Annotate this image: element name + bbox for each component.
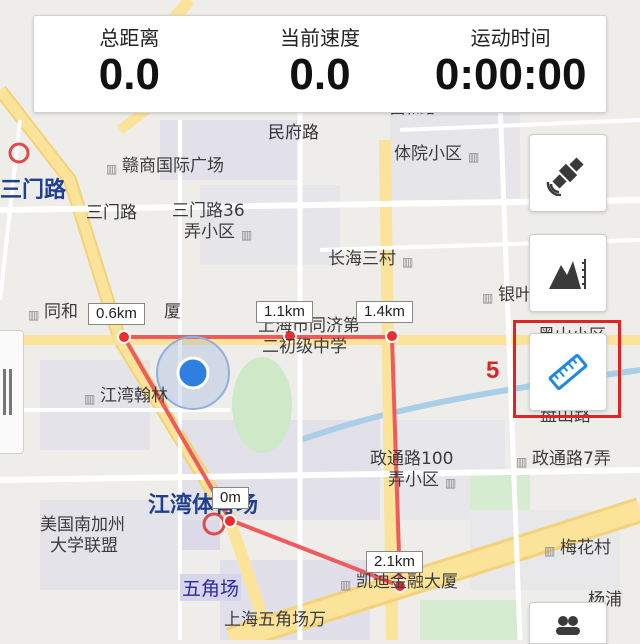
poi-meihua: ▥ 梅花村 bbox=[544, 538, 611, 558]
stat-exercise-time: 运动时间 0:00:00 bbox=[415, 16, 606, 112]
poi-meiguo: 美国南加州 bbox=[40, 515, 125, 535]
road-label-sanmen: 三门路 bbox=[86, 203, 137, 223]
stat-total-distance: 总距离 0.0 bbox=[34, 16, 225, 112]
location-dot bbox=[176, 356, 210, 390]
route-point bbox=[117, 330, 131, 344]
poi-sanmen36: 三门路36 bbox=[172, 201, 245, 221]
poi-zhengtong100-line2: 弄小区 ▥ bbox=[388, 470, 457, 490]
stat-label: 运动时间 bbox=[470, 26, 551, 50]
satellite-icon bbox=[546, 157, 584, 196]
poi-tonghe-tail: 厦 bbox=[164, 302, 181, 322]
distance-label: 1.1km bbox=[256, 301, 313, 323]
step-number: 5 bbox=[486, 357, 500, 384]
stat-value: 0:00:00 bbox=[434, 50, 587, 99]
distance-label: 0m bbox=[212, 487, 249, 509]
poi-sanmen36-line2: 弄小区 ▥ bbox=[184, 222, 253, 242]
poi-tonghe: ▥ 同和 bbox=[28, 302, 78, 322]
distance-label: 2.1km bbox=[366, 551, 423, 573]
poi-tiyuan: 体院小区 ▥ bbox=[394, 144, 480, 164]
stats-panel: 总距离 0.0 当前速度 0.0 运动时间 0:00:00 bbox=[33, 15, 607, 113]
poi-jiangwan-forest: ▥ 江湾翰林 bbox=[84, 386, 168, 406]
distance-label: 1.4km bbox=[356, 301, 413, 323]
stat-value: 0.0 bbox=[289, 50, 351, 99]
stat-value: 0.0 bbox=[98, 50, 160, 99]
poi-zhengtong100: 政通路100 bbox=[370, 449, 454, 469]
area-label-wujiaochang: 五角场 bbox=[180, 574, 242, 601]
poi-ganshang: ▥ 赣商国际广场 bbox=[106, 156, 224, 176]
terrain-icon bbox=[549, 259, 586, 289]
people-button[interactable] bbox=[529, 602, 607, 644]
road-label-sanmen-big: 三门路 bbox=[0, 178, 67, 203]
poi-changhai: 长海三村 ▥ bbox=[328, 249, 414, 269]
poi-wanda: 上海五角场万 bbox=[224, 610, 326, 630]
poi-tongji-school-line2: 二初级中学 bbox=[262, 337, 347, 357]
stat-label: 当前速度 bbox=[280, 26, 360, 50]
terrain-button[interactable] bbox=[529, 234, 607, 312]
stat-current-speed: 当前速度 0.0 bbox=[225, 16, 416, 112]
stat-label: 总距离 bbox=[99, 26, 160, 50]
people-icon bbox=[556, 616, 580, 635]
road-label-minfu: 民府路 bbox=[268, 123, 319, 143]
route-point bbox=[385, 329, 399, 343]
poi-kaidi: ▥ 凯迪金融大厦 bbox=[340, 572, 458, 592]
gps-button[interactable] bbox=[529, 134, 607, 212]
poi-meiguo-line2: 大学联盟 bbox=[50, 536, 118, 556]
drawer-handle[interactable] bbox=[0, 330, 24, 454]
distance-label: 0.6km bbox=[88, 303, 145, 325]
highlight-box bbox=[513, 320, 621, 418]
poi-zhengtong7: ▥ 政通路7弄 bbox=[516, 449, 611, 469]
